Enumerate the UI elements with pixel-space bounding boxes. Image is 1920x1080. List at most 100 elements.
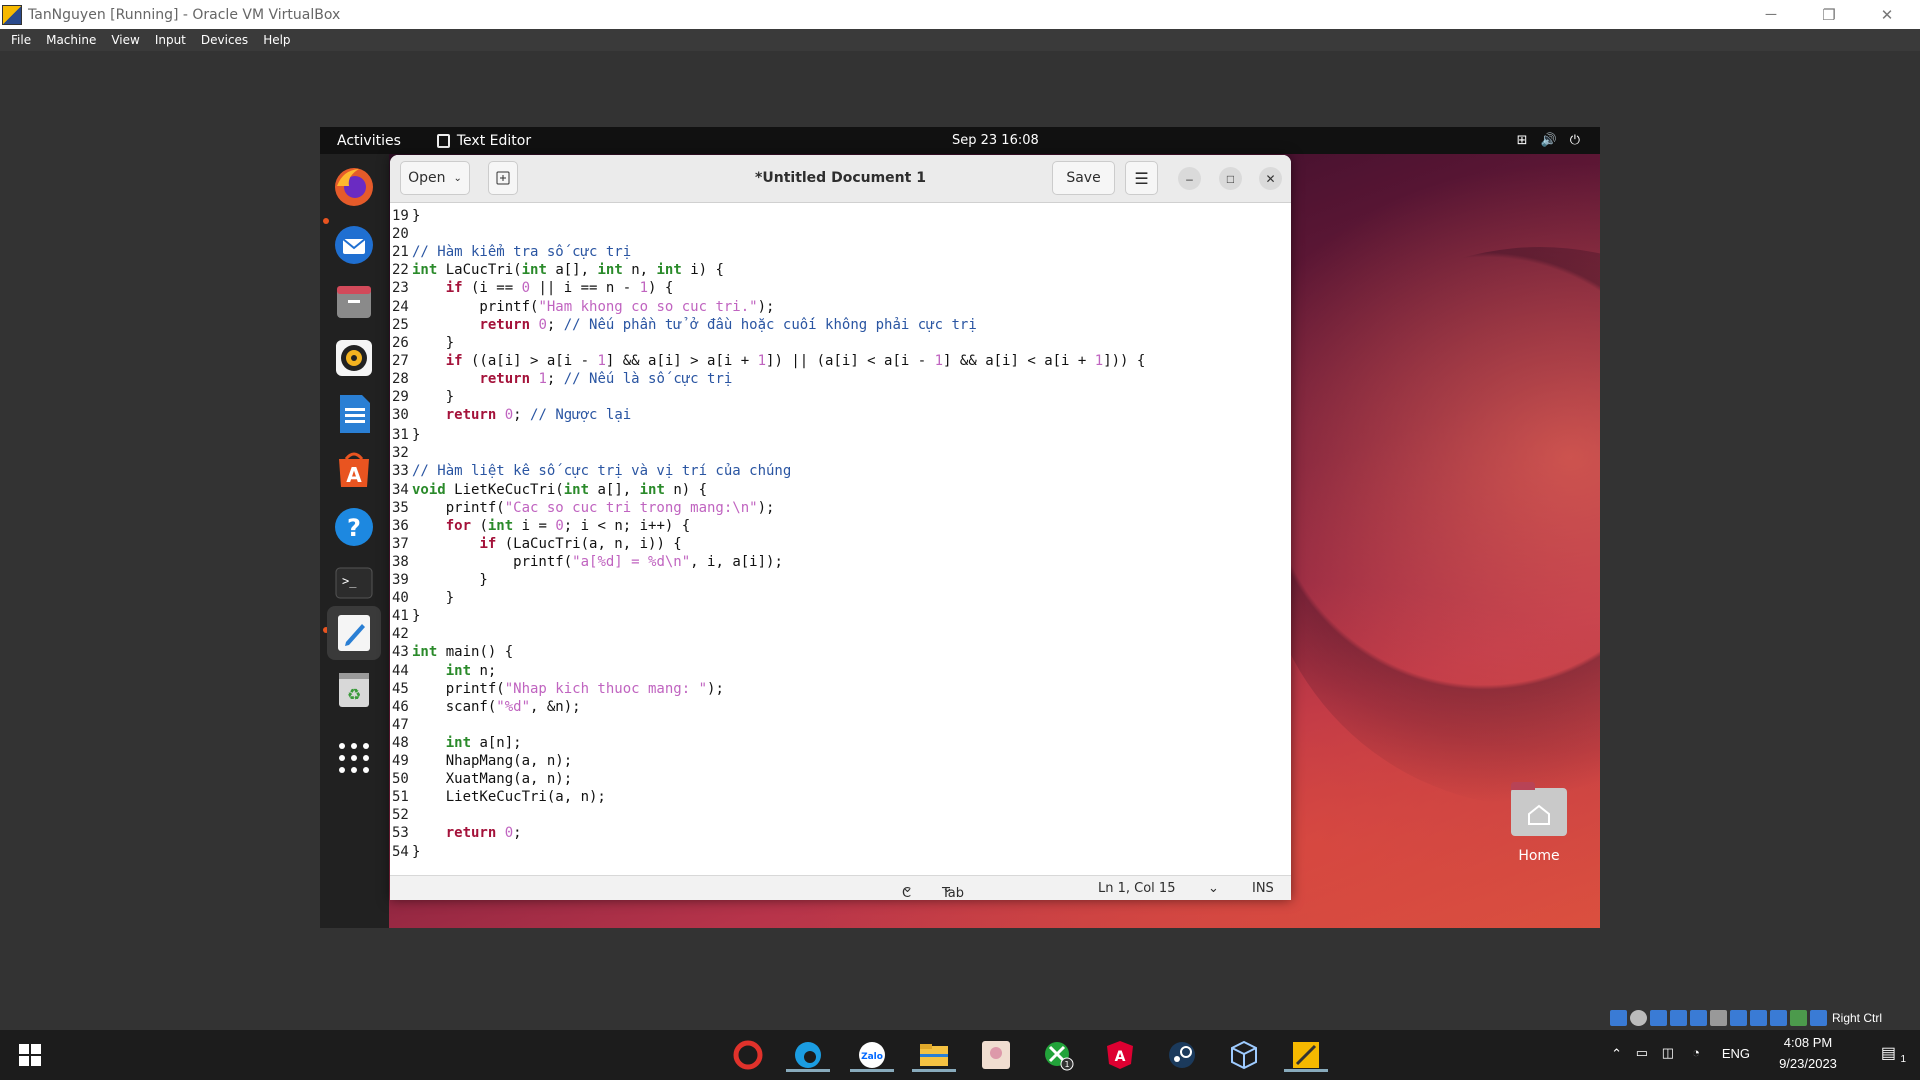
minimize-button[interactable]: ─ [1748,0,1794,29]
line-number: 20 [392,226,409,243]
code-line[interactable]: return 0; // Ngược lại [412,407,631,423]
rhythmbox-icon[interactable] [331,335,377,381]
show-hidden-icons-button[interactable]: ⌃ [1611,1046,1622,1062]
firefox-icon[interactable] [331,164,377,210]
help-icon[interactable]: ? [331,504,377,550]
clock[interactable]: Sep 23 16:08 [952,133,1039,148]
mouse-integration-icon[interactable] [1790,1010,1807,1026]
windows-start-button[interactable] [12,1038,48,1072]
code-line[interactable]: if (i == 0 || i == n - 1) { [412,280,674,296]
menu-view[interactable]: View [111,33,139,47]
network-icon[interactable] [1670,1010,1687,1026]
code-line[interactable]: scanf("%d", &n); [412,699,581,715]
apps-grid-icon[interactable] [331,735,377,781]
xbox-icon[interactable]: 1 [1040,1038,1076,1072]
editor-close-button[interactable]: ✕ [1259,167,1282,190]
vm-window-taskbar-icon[interactable] [1284,1038,1328,1072]
menu-devices[interactable]: Devices [201,33,248,47]
code-line[interactable]: for (int i = 0; i < n; i++) { [412,518,690,534]
virtualbox-icon [2,4,22,25]
wifi-icon[interactable]: ◔ [1692,1045,1700,1060]
audio-icon[interactable] [1650,1010,1667,1026]
code-line[interactable]: } [412,608,420,624]
tab-width-selector[interactable]: Tab Width: 8 ⌄ [942,881,964,900]
home-desktop-icon[interactable]: Home [1504,782,1574,864]
code-line[interactable]: NhapMang(a, n); [412,753,572,769]
camera-icon[interactable]: ◫ [1662,1045,1674,1061]
activities-button[interactable]: Activities [337,133,401,149]
cpu-icon[interactable] [1770,1010,1787,1026]
editor-minimize-button[interactable]: – [1178,167,1201,190]
menu-machine[interactable]: Machine [46,33,96,47]
files-icon[interactable] [331,279,377,325]
file-explorer-icon[interactable] [912,1038,956,1072]
shared-folder-icon[interactable] [1710,1010,1727,1026]
app-center-icon[interactable]: A [331,447,377,493]
hdd-icon[interactable] [1610,1010,1627,1026]
edge-icon[interactable] [786,1038,830,1072]
code-line[interactable]: } [412,572,487,588]
code-line[interactable]: printf("Nhap kich thuoc mang: "); [412,681,724,697]
notifications-icon[interactable]: ▤ [1881,1043,1896,1063]
code-line[interactable]: // Hàm kiểm tra số cực trị [412,244,631,260]
thunderbird-icon[interactable] [331,222,377,268]
code-line[interactable]: } [412,590,454,606]
code-line[interactable]: if (LaCucTri(a, n, i)) { [412,536,681,552]
menu-file[interactable]: File [11,33,31,47]
ccleaner-icon[interactable] [730,1038,766,1072]
text-editor-dock-icon[interactable] [327,606,381,660]
close-button[interactable]: ✕ [1864,0,1910,29]
code-line[interactable]: LietKeCucTri(a, n); [412,789,606,805]
code-line[interactable]: } [412,335,454,351]
angular-icon[interactable]: A [1102,1038,1138,1072]
terminal-icon[interactable]: >_ [331,560,377,606]
app-menu[interactable]: Text Editor [436,133,531,149]
editor-maximize-button[interactable]: □ [1219,167,1242,190]
usb-icon[interactable] [1690,1010,1707,1026]
menu-help[interactable]: Help [263,33,290,47]
code-line[interactable]: } [412,844,420,860]
code-line[interactable]: XuatMang(a, n); [412,771,572,787]
code-line[interactable]: return 0; [412,825,522,841]
chevron-down-icon[interactable]: ⌄ [1208,881,1219,896]
restore-button[interactable]: ❐ [1806,0,1852,29]
code-line[interactable]: printf("a[%d] = %d\n", i, a[i]); [412,554,783,570]
display-icon[interactable] [1730,1010,1747,1026]
steam-icon[interactable] [1164,1038,1200,1072]
recording-icon[interactable] [1750,1010,1767,1026]
game-app-icon[interactable] [978,1038,1014,1072]
keyboard-icon[interactable] [1810,1010,1827,1026]
code-line[interactable]: return 0; // Nếu phần tử ở đầu hoặc cuối… [412,317,976,333]
main-menu-button[interactable]: ☰ [1125,161,1158,195]
code-editor[interactable]: 19} 20 21// Hàm kiểm tra số cực trị 22 int L… [390,203,1291,875]
code-line[interactable]: void LietKeCucTri(int a[], int n) { [412,482,707,498]
optical-drive-icon[interactable] [1630,1010,1647,1026]
input-language[interactable]: ENG [1722,1046,1750,1061]
language-selector[interactable]: C ⌄ [902,881,913,900]
libreoffice-writer-icon[interactable] [331,391,377,437]
code-line[interactable]: return 1; // Nếu là số cực trị [412,371,732,387]
battery-icon[interactable]: ▭ [1636,1045,1648,1061]
code-line[interactable]: printf("Ham khong co so cuc tri."); [412,299,774,315]
zalo-icon[interactable]: Zalo [850,1038,894,1072]
save-button[interactable]: Save [1052,161,1115,195]
code-line[interactable]: printf("Cac so cuc tri trong mang:\n"); [412,500,775,516]
system-tray[interactable]: ⊞ 🔊 ⏻ [1517,133,1580,148]
cursor-position[interactable]: Ln 1, Col 15 [1098,881,1175,896]
code-line[interactable]: } [412,208,420,224]
insert-mode[interactable]: INS [1252,881,1274,896]
code-line[interactable]: if ((a[i] > a[i - 1] && a[i] > a[i + 1])… [412,353,1146,369]
trash-icon[interactable]: ♻ [331,667,377,713]
code-line[interactable]: int a[n]; [412,735,522,751]
taskbar-date[interactable]: 9/23/2023 [1768,1056,1848,1071]
code-line[interactable]: } [412,389,454,405]
code-line[interactable]: } [412,427,420,443]
taskbar-time[interactable]: 4:08 PM [1768,1035,1848,1050]
virtualbox-taskbar-icon[interactable] [1226,1038,1262,1072]
code-line[interactable]: int n; [412,663,497,679]
code-line[interactable]: int LaCucTri(int a[], int n, int i) { [412,262,724,278]
menu-input[interactable]: Input [155,33,186,47]
guest-screen[interactable]: Activities Text Editor Sep 23 16:08 ⊞ 🔊 … [320,127,1600,928]
code-line[interactable]: int main() { [412,644,513,660]
code-line[interactable]: // Hàm liệt kê số cực trị và vị trí của … [412,463,791,479]
